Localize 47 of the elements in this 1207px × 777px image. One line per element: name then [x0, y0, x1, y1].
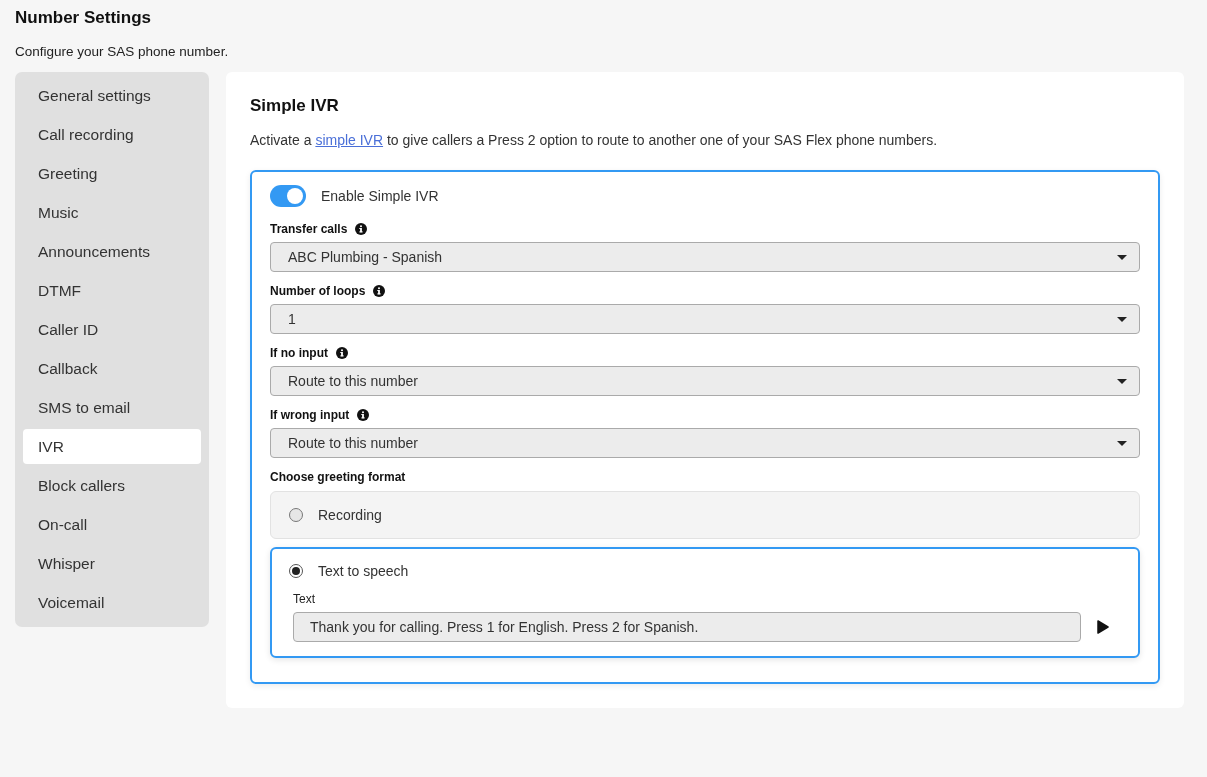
info-icon[interactable] [355, 223, 368, 235]
field-label: Transfer calls [270, 221, 348, 237]
field-label: If wrong input [270, 407, 350, 423]
sidebar-item[interactable]: Announcements [23, 234, 201, 269]
field-label: Text [293, 592, 316, 606]
field-label: Number of loops [270, 283, 366, 299]
radio-button[interactable] [289, 564, 303, 578]
sidebar-item[interactable]: General settings [23, 78, 201, 113]
caret-icon [1117, 316, 1127, 322]
caret-icon [1117, 440, 1127, 446]
sidebar-item[interactable]: Voicemail [23, 585, 201, 620]
section-description: Activate a simple IVR to give callers a Press 2 option to route to another one of your SAS Flex phone numbers. [250, 131, 939, 150]
dropdown[interactable]: ABC Plumbing - Spanish [270, 242, 1140, 272]
sidebar-item[interactable]: Greeting [23, 156, 201, 191]
section-title: Simple IVR [250, 95, 340, 117]
page-subtitle: Configure your SAS phone number. [15, 43, 230, 61]
sidebar-item[interactable]: Music [23, 195, 201, 230]
sidebar-item[interactable]: On-call [23, 507, 201, 542]
toggle-label: Enable Simple IVR [321, 188, 439, 204]
sidebar-item[interactable]: Whisper [23, 546, 201, 581]
page-title: Number Settings [15, 7, 153, 29]
info-icon[interactable] [336, 347, 348, 359]
text-field[interactable]: Thank you for calling. Press 1 for English. Press 2 for Spanish. [293, 612, 1081, 642]
sidebar-item[interactable]: Call recording [23, 117, 201, 152]
option-label: Recording [318, 506, 382, 525]
caret-icon [1117, 254, 1127, 260]
sidebar-item[interactable]: IVR [23, 429, 201, 464]
enable-toggle[interactable] [270, 185, 306, 207]
sidebar-item[interactable]: Caller ID [23, 312, 201, 347]
play-icon[interactable] [1097, 620, 1109, 634]
field-label: If no input [270, 345, 328, 361]
option-label: Text to speech [318, 562, 409, 581]
sidebar-item[interactable]: SMS to email [23, 390, 201, 425]
dropdown[interactable]: Route to this number [270, 366, 1140, 396]
sidebar-item[interactable]: Callback [23, 351, 201, 386]
dropdown[interactable]: 1 [270, 304, 1140, 334]
info-icon[interactable] [357, 409, 370, 421]
sidebar-item[interactable]: DTMF [23, 273, 201, 308]
field-label: Choose greeting format [270, 469, 407, 485]
simple-ivr-link[interactable]: simple IVR [315, 132, 384, 148]
greeting-option[interactable]: Text to speech Text Thank you for calling. Press 1 for English. Press 2 for Spanish. [270, 547, 1140, 658]
caret-icon [1117, 378, 1127, 384]
greeting-option[interactable]: Recording [270, 491, 1140, 539]
sidebar-item[interactable]: Block callers [23, 468, 201, 503]
radio-button[interactable] [289, 508, 303, 522]
info-icon[interactable] [373, 285, 386, 297]
dropdown[interactable]: Route to this number [270, 428, 1140, 458]
